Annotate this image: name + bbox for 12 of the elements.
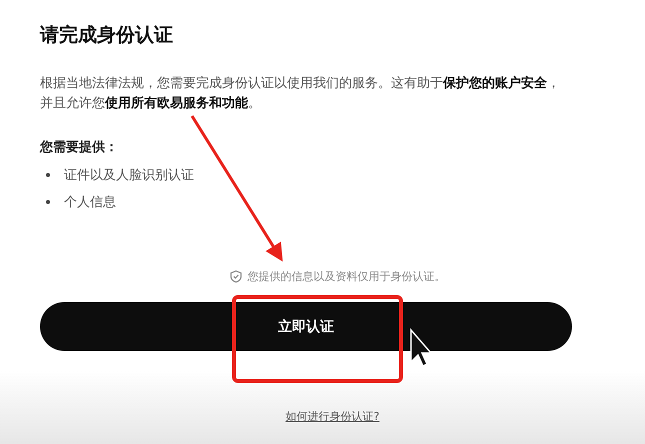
verify-now-button[interactable]: 立即认证	[40, 302, 572, 351]
shield-check-icon	[230, 270, 242, 283]
cursor-icon	[410, 328, 433, 368]
bullet-icon	[46, 200, 50, 204]
requirement-item: 个人信息	[64, 194, 116, 211]
page-title: 请完成身份认证	[40, 23, 174, 48]
intro-paragraph: 根据当地法律法规，您需要完成身份认证以使用我们的服务。这有助于保护您的账户安全，并且允许您使用所有欧易服务和功能。	[40, 74, 561, 113]
privacy-note: 您提供的信息以及资料仅用于身份认证。	[248, 269, 446, 284]
help-link[interactable]: 如何进行身份认证?	[286, 409, 380, 424]
requirements-heading: 您需要提供：	[40, 139, 119, 156]
requirement-item: 证件以及人脸识别认证	[64, 167, 194, 184]
bullet-icon	[46, 173, 50, 177]
